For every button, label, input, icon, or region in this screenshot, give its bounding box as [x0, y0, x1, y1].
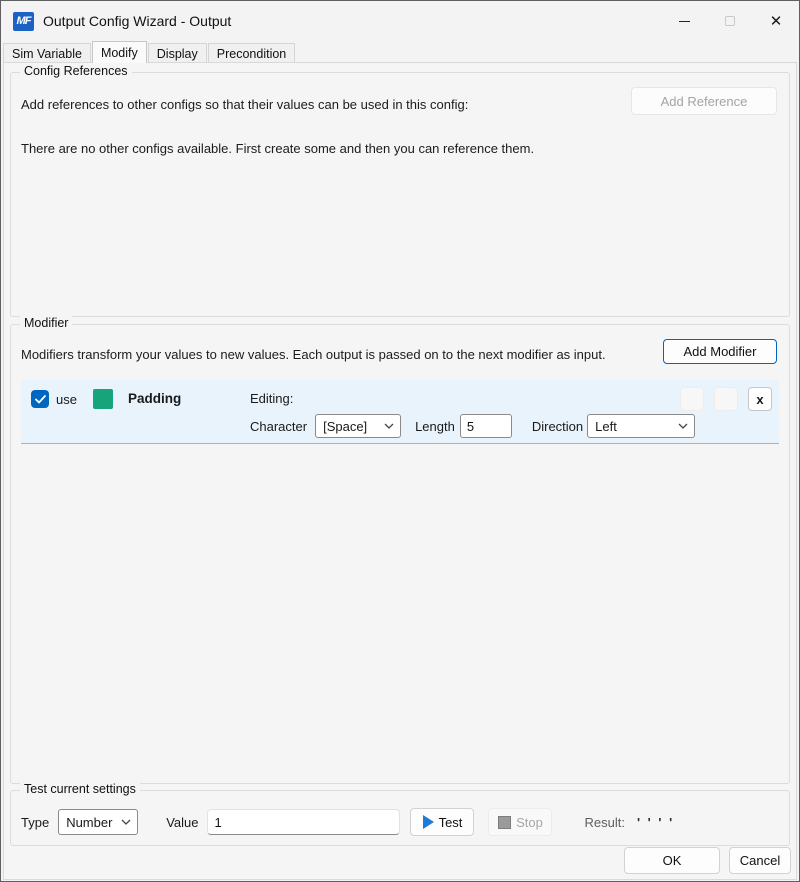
character-label: Character	[250, 419, 307, 434]
config-references-group: Config References Add references to othe…	[10, 72, 790, 317]
direction-value: Left	[595, 419, 617, 434]
maximize-icon	[725, 16, 735, 26]
test-row: Type Number Value Test Stop Result: ' ' …	[11, 808, 789, 836]
titlebar: MF Output Config Wizard - Output ✕	[1, 1, 799, 41]
minimize-icon	[679, 21, 690, 22]
cancel-button[interactable]: Cancel	[729, 847, 791, 874]
close-icon: ✕	[770, 14, 783, 29]
stop-button[interactable]: Stop	[488, 808, 552, 836]
maximize-button[interactable]	[707, 1, 753, 41]
close-button[interactable]: ✕	[753, 1, 799, 41]
modifier-name: Padding	[128, 391, 181, 406]
type-label: Type	[21, 815, 49, 830]
move-down-button[interactable]	[714, 387, 738, 411]
direction-label: Direction	[532, 419, 583, 434]
result-value: ' ' ' '	[637, 815, 674, 830]
value-input[interactable]	[207, 809, 400, 835]
app-icon: MF	[13, 12, 34, 31]
value-label: Value	[166, 815, 198, 830]
add-modifier-button[interactable]: Add Modifier	[663, 339, 777, 364]
result-label: Result:	[584, 815, 624, 830]
type-value: Number	[66, 815, 112, 830]
modifier-header: Modifiers transform your values to new v…	[11, 325, 789, 364]
play-icon	[423, 815, 434, 829]
test-button[interactable]: Test	[410, 808, 474, 836]
config-references-header: Add references to other configs so that …	[11, 73, 789, 115]
character-value: [Space]	[323, 419, 367, 434]
tab-display[interactable]: Display	[148, 43, 207, 63]
modifier-color-swatch	[93, 389, 113, 409]
modify-tab-page: Config References Add references to othe…	[3, 62, 797, 880]
tab-modify[interactable]: Modify	[92, 41, 147, 63]
add-reference-button[interactable]: Add Reference	[631, 87, 777, 115]
move-up-button[interactable]	[680, 387, 704, 411]
chevron-down-icon	[121, 819, 131, 825]
direction-select[interactable]: Left	[587, 414, 695, 438]
tab-strip: Sim Variable Modify Display Precondition	[3, 41, 797, 63]
output-config-wizard-window: MF Output Config Wizard - Output ✕ Sim V…	[0, 0, 800, 882]
stop-button-label: Stop	[516, 815, 543, 830]
config-references-description: Add references to other configs so that …	[21, 91, 468, 112]
length-label: Length	[415, 419, 455, 434]
test-button-label: Test	[439, 815, 463, 830]
modifier-fields: Character [Space] Length Direction Left	[250, 413, 695, 439]
modifier-description: Modifiers transform your values to new v…	[21, 341, 606, 362]
window-controls: ✕	[661, 1, 799, 41]
modifier-row-buttons: x	[680, 387, 772, 411]
type-select[interactable]: Number	[58, 809, 138, 835]
character-select[interactable]: [Space]	[315, 414, 401, 438]
use-label: use	[56, 392, 77, 407]
config-references-empty-message: There are no other configs available. Fi…	[11, 115, 789, 156]
tab-precondition[interactable]: Precondition	[208, 43, 296, 63]
config-references-legend: Config References	[20, 64, 132, 78]
dialog-footer: OK Cancel	[4, 842, 796, 879]
minimize-button[interactable]	[661, 1, 707, 41]
editing-label: Editing:	[250, 391, 293, 406]
test-settings-group: Test current settings Type Number Value …	[10, 790, 790, 846]
stop-icon	[498, 816, 511, 829]
chevron-down-icon	[678, 423, 688, 429]
ok-button[interactable]: OK	[624, 847, 720, 874]
remove-modifier-button[interactable]: x	[748, 387, 772, 411]
test-settings-legend: Test current settings	[20, 782, 140, 796]
modifier-legend: Modifier	[20, 316, 72, 330]
modifier-row-padding: use Padding Editing: Character [Space] L…	[21, 380, 779, 444]
chevron-down-icon	[384, 423, 394, 429]
length-input[interactable]	[460, 414, 512, 438]
checkmark-icon	[35, 395, 46, 404]
window-title: Output Config Wizard - Output	[43, 13, 231, 29]
tab-sim-variable[interactable]: Sim Variable	[3, 43, 91, 63]
modifier-group: Modifier Modifiers transform your values…	[10, 324, 790, 784]
use-checkbox[interactable]	[31, 390, 49, 408]
